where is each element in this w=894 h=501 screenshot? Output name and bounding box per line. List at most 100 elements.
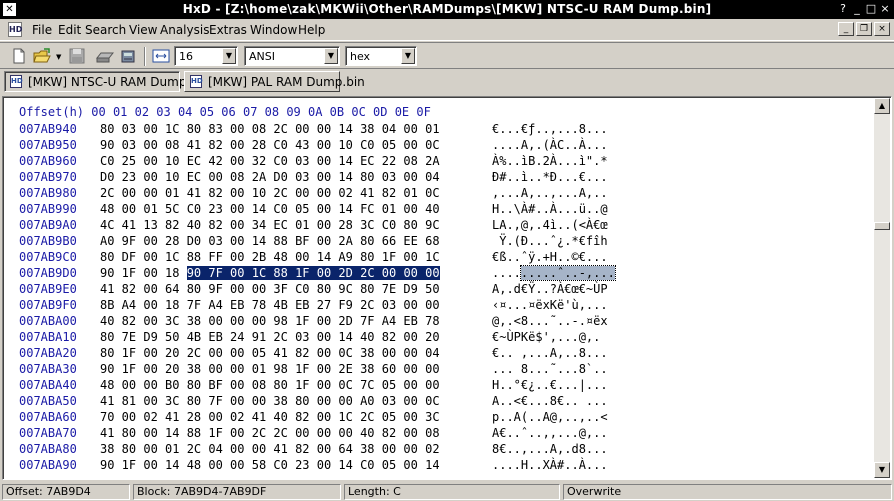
- row-text[interactable]: A‚.d€Ÿ..?À€œ€~ÙP: [492, 282, 608, 296]
- row-bytes[interactable]: C0 25 00 10 EC 42 00 32 C0 03 00 14 EC 2…: [100, 154, 440, 168]
- menu-window[interactable]: Window: [250, 23, 297, 37]
- row-bytes[interactable]: 80 DF 00 1C 88 FF 00 2B 48 00 14 A9 80 1…: [100, 250, 440, 264]
- row-text[interactable]: Ÿ.(Ð...ˆ¿.*€fîh: [492, 234, 607, 248]
- row-bytes[interactable]: 80 1F 00 20 2C 00 00 05 41 82 00 0C 38 0…: [100, 346, 440, 360]
- row-text[interactable]: €~ÙPKë$',...@‚.: [492, 330, 608, 344]
- open-ram-icon[interactable]: [119, 47, 137, 65]
- tab-ntsc-u-dump[interactable]: HD [MKW] NTSC-U RAM Dump.bin: [4, 71, 209, 92]
- offset-base-select[interactable]: hex ▼: [345, 46, 417, 66]
- hex-row[interactable]: 007AB940 80 03 00 1C 80 83 00 08 2C 00 00…: [3, 122, 875, 138]
- row-bytes[interactable]: 40 82 00 3C 38 00 00 00 98 1F 00 2D 7F A…: [100, 314, 440, 328]
- hex-row[interactable]: 007AB960 C0 25 00 10 EC 42 00 32 C0 03 00…: [3, 154, 875, 170]
- vertical-scrollbar[interactable]: ▲ ▼: [874, 98, 890, 478]
- document-icon[interactable]: HD: [8, 22, 22, 37]
- scroll-thumb[interactable]: [874, 222, 890, 230]
- row-text[interactable]: ,...A‚..,...A‚..: [492, 186, 608, 200]
- row-text-unselected[interactable]: ....: [492, 266, 521, 280]
- scroll-up-button[interactable]: ▲: [874, 98, 890, 114]
- chevron-down-icon[interactable]: ▼: [324, 48, 338, 64]
- hex-row[interactable]: 007AB9A0 4C 41 13 82 40 82 00 34 EC 01 00…: [3, 218, 875, 234]
- row-text[interactable]: €ß..ˆÿ.+H..©€...: [492, 250, 608, 264]
- save-icon[interactable]: [68, 47, 86, 65]
- row-text[interactable]: H..\À#..À...ü..@: [492, 202, 608, 216]
- mdi-minimize-button[interactable]: _: [838, 22, 854, 36]
- row-text[interactable]: À%..ìB.2À...ì".*: [492, 154, 608, 168]
- hex-row[interactable]: 007ABA20 80 1F 00 20 2C 00 00 05 41 82 00…: [3, 346, 875, 362]
- row-bytes[interactable]: 48 00 00 B0 80 BF 00 08 80 1F 00 0C 7C 0…: [100, 378, 440, 392]
- row-text[interactable]: p..A(..A@‚..,..<: [492, 410, 608, 424]
- row-text[interactable]: .........ˆ..-,...: [492, 265, 616, 281]
- hex-row[interactable]: 007AB9B0 A0 9F 00 28 D0 03 00 14 88 BF 00…: [3, 234, 875, 250]
- row-bytes-unselected[interactable]: 90 1F 00 18: [100, 266, 187, 280]
- open-dropdown-icon[interactable]: ▼: [56, 53, 61, 61]
- row-bytes[interactable]: 4C 41 13 82 40 82 00 34 EC 01 00 28 3C C…: [100, 218, 440, 232]
- hex-row[interactable]: 007ABA70 41 80 00 14 88 1F 00 2C 2C 00 00…: [3, 426, 875, 442]
- row-bytes[interactable]: 48 00 01 5C C0 23 00 14 C0 05 00 14 FC 0…: [100, 202, 440, 216]
- chevron-down-icon[interactable]: ▼: [222, 48, 236, 64]
- hex-row[interactable]: 007AB990 48 00 01 5C C0 23 00 14 C0 05 00…: [3, 202, 875, 218]
- row-bytes[interactable]: D0 23 00 10 EC 00 08 2A D0 03 00 14 80 0…: [100, 170, 440, 184]
- scroll-down-button[interactable]: ▼: [874, 462, 890, 478]
- mdi-restore-button[interactable]: ❐: [856, 22, 872, 36]
- help-icon[interactable]: ?: [836, 2, 850, 16]
- row-bytes[interactable]: 80 7E D9 50 4B EB 24 91 2C 03 00 14 40 8…: [100, 330, 440, 344]
- menu-search[interactable]: Search: [85, 23, 126, 37]
- minimize-button[interactable]: _: [850, 2, 864, 16]
- new-file-icon[interactable]: [10, 47, 28, 65]
- open-disk-icon[interactable]: [95, 47, 115, 65]
- row-text[interactable]: ....H..XÀ#..À...: [492, 458, 608, 472]
- hex-row[interactable]: 007ABA40 48 00 00 B0 80 BF 00 08 80 1F 00…: [3, 378, 875, 394]
- hex-editor[interactable]: Offset(h) 00 01 02 03 04 05 06 07 08 09 …: [2, 96, 892, 480]
- row-bytes[interactable]: A0 9F 00 28 D0 03 00 14 88 BF 00 2A 80 6…: [100, 234, 440, 248]
- row-bytes[interactable]: 38 80 00 01 2C 04 00 00 41 82 00 64 38 0…: [100, 442, 440, 456]
- hex-row[interactable]: 007AB980 2C 00 00 01 41 82 00 10 2C 00 00…: [3, 186, 875, 202]
- row-bytes[interactable]: 41 82 00 64 80 9F 00 00 3F C0 80 9C 80 7…: [100, 282, 440, 296]
- hex-row[interactable]: 007ABA90 90 1F 00 14 48 00 00 58 C0 23 00…: [3, 458, 875, 474]
- hex-row[interactable]: 007ABA50 41 81 00 3C 80 7F 00 00 38 80 00…: [3, 394, 875, 410]
- hex-row[interactable]: 007AB9C0 80 DF 00 1C 88 FF 00 2B 48 00 14…: [3, 250, 875, 266]
- row-text[interactable]: Ð#..ì..*Ð...€...: [492, 170, 608, 184]
- hex-view[interactable]: Offset(h) 00 01 02 03 04 05 06 07 08 09 …: [3, 97, 875, 479]
- hex-row[interactable]: 007AB9E0 41 82 00 64 80 9F 00 00 3F C0 80…: [3, 282, 875, 298]
- row-bytes[interactable]: 2C 00 00 01 41 82 00 10 2C 00 00 02 41 8…: [100, 186, 440, 200]
- row-bytes[interactable]: 41 81 00 3C 80 7F 00 00 38 80 00 00 A0 0…: [100, 394, 440, 408]
- maximize-button[interactable]: □: [864, 2, 878, 16]
- open-folder-icon[interactable]: [33, 47, 51, 65]
- row-bytes[interactable]: 70 00 02 41 28 00 02 41 40 82 00 1C 2C 0…: [100, 410, 440, 424]
- selected-bytes[interactable]: 90 7F 00 1C 88 1F 00 2D 2C 00 00 00: [186, 266, 440, 280]
- row-text[interactable]: ....A‚.(ÀC..À...: [492, 138, 608, 152]
- menu-file[interactable]: File: [32, 23, 52, 37]
- row-bytes[interactable]: 90 1F 00 20 38 00 00 01 98 1F 00 2E 38 6…: [100, 362, 440, 376]
- hex-row[interactable]: 007ABA60 70 00 02 41 28 00 02 41 40 82 00…: [3, 410, 875, 426]
- selected-text[interactable]: .....ˆ..-,...: [519, 265, 616, 281]
- row-bytes[interactable]: 8B A4 00 18 7F A4 EB 78 4B EB 27 F9 2C 0…: [100, 298, 440, 312]
- tab-pal-dump[interactable]: HD [MKW] PAL RAM Dump.bin: [184, 71, 365, 92]
- row-text[interactable]: ... 8...˜...8`..: [492, 362, 608, 376]
- hex-row[interactable]: 007ABA30 90 1F 00 20 38 00 00 01 98 1F 00…: [3, 362, 875, 378]
- menu-edit[interactable]: Edit: [58, 23, 81, 37]
- mdi-close-button[interactable]: ×: [874, 22, 890, 36]
- menu-analysis[interactable]: Analysis: [160, 23, 209, 37]
- menu-extras[interactable]: Extras: [209, 23, 247, 37]
- hex-row[interactable]: 007ABA10 80 7E D9 50 4B EB 24 91 2C 03 00…: [3, 330, 875, 346]
- row-bytes[interactable]: 90 1F 00 18 90 7F 00 1C 88 1F 00 2D 2C 0…: [100, 266, 440, 280]
- row-text[interactable]: LA.‚@‚.4ì..(<À€œ: [492, 218, 608, 232]
- row-bytes[interactable]: 80 03 00 1C 80 83 00 08 2C 00 00 14 38 0…: [100, 122, 440, 136]
- menu-help[interactable]: Help: [298, 23, 325, 37]
- charset-select[interactable]: ANSI ▼: [244, 46, 340, 66]
- hex-row[interactable]: 007AB970 D0 23 00 10 EC 00 08 2A D0 03 00…: [3, 170, 875, 186]
- hex-row[interactable]: 007AB9D0 90 1F 00 18 90 7F 00 1C 88 1F 00…: [3, 265, 875, 282]
- row-text[interactable]: H..°€¿..€...|...: [492, 378, 608, 392]
- row-text[interactable]: @‚.<8...˜..-.¤ëx: [492, 314, 608, 328]
- row-bytes[interactable]: 90 1F 00 14 48 00 00 58 C0 23 00 14 C0 0…: [100, 458, 440, 472]
- row-text[interactable]: ‹¤...¤ëxKë'ù,...: [492, 298, 608, 312]
- row-text[interactable]: A€..ˆ..,,...@‚..: [492, 426, 608, 440]
- row-bytes[interactable]: 41 80 00 14 88 1F 00 2C 2C 00 00 00 40 8…: [100, 426, 440, 440]
- hex-row[interactable]: 007ABA00 40 82 00 3C 38 00 00 00 98 1F 00…: [3, 314, 875, 330]
- hex-row[interactable]: 007AB950 90 03 00 08 41 82 00 28 C0 43 00…: [3, 138, 875, 154]
- close-button[interactable]: ×: [878, 2, 892, 16]
- row-text[interactable]: €.. ,...A‚..8...: [492, 346, 608, 360]
- row-bytes[interactable]: 90 03 00 08 41 82 00 28 C0 43 00 10 C0 0…: [100, 138, 440, 152]
- bytes-per-row-select[interactable]: 16 ▼: [174, 46, 238, 66]
- row-text[interactable]: A..<€...8€.. ...: [492, 394, 608, 408]
